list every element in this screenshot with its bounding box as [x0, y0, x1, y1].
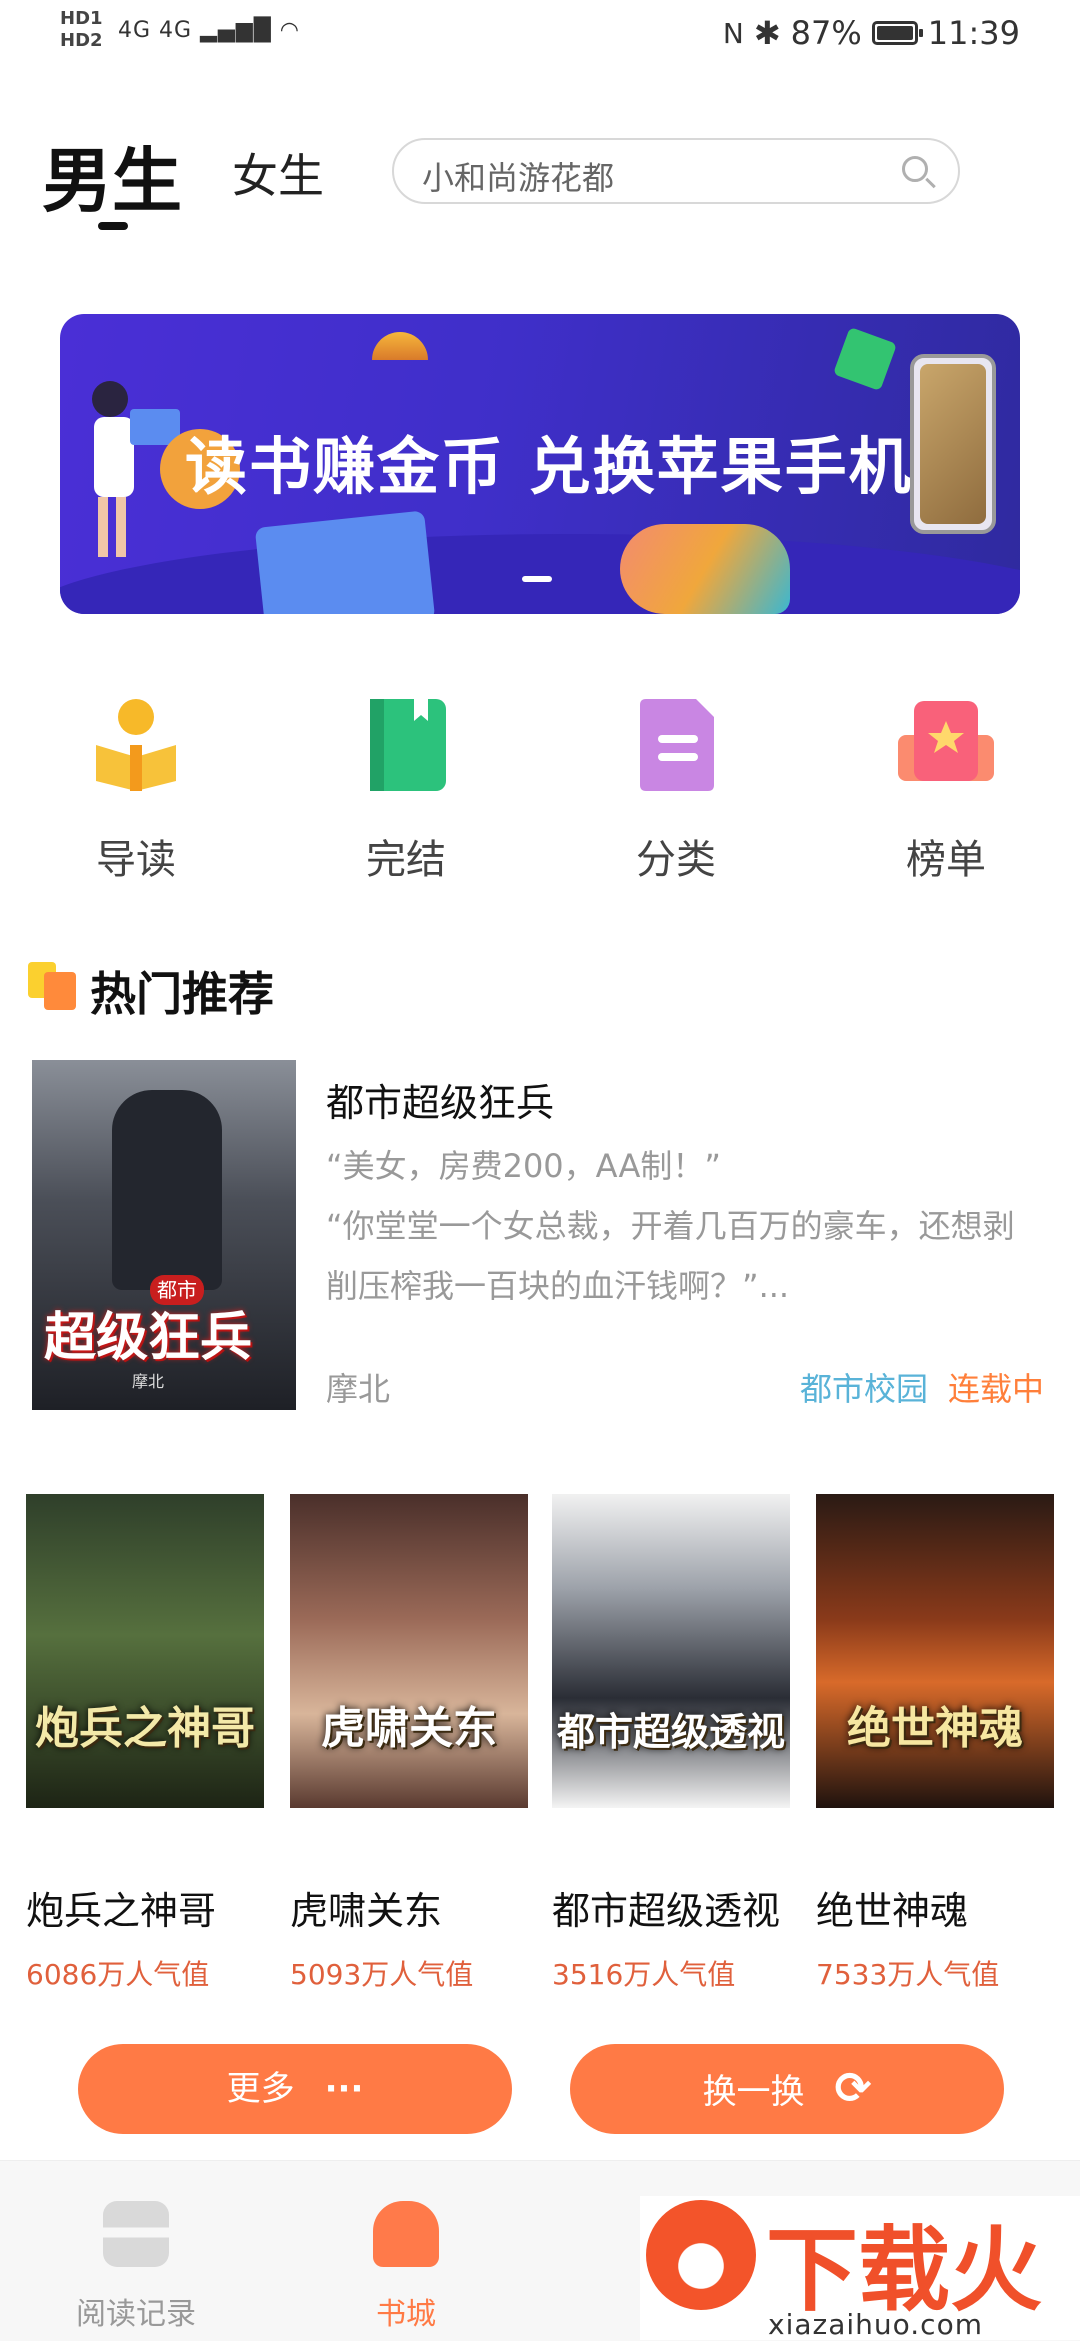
featured-book-title[interactable]: 都市超级狂兵 — [326, 1072, 554, 1127]
open-book-decoration — [254, 510, 436, 614]
featured-book-genre[interactable]: 都市校园 — [800, 1364, 928, 1410]
book-cover[interactable]: 虎啸关东 — [290, 1494, 528, 1808]
flame-logo-icon — [646, 2200, 756, 2310]
book-cover-title: 虎啸关东 — [321, 1703, 497, 1754]
featured-book-author: 摩北 — [326, 1370, 391, 1408]
book-popularity: 5093万人气值 — [290, 1958, 474, 1991]
nav-label: 书城 — [376, 2297, 436, 2332]
search-placeholder: 小和尚游花都 — [422, 159, 615, 197]
phone-illustration — [910, 354, 996, 534]
banner-blob-decoration — [620, 524, 790, 614]
book-title[interactable]: 炮兵之神哥 — [26, 1880, 264, 1935]
banner-sun-decoration — [372, 332, 428, 360]
more-button[interactable]: 更多 ··· — [78, 2044, 512, 2134]
promo-banner[interactable]: 读书赚金币 兑换苹果手机 — [60, 314, 1020, 614]
cover-author: 摩北 — [132, 1372, 165, 1391]
ranking-star-icon — [896, 695, 996, 795]
featured-book-description: “美女，房费200，AA制！” “你堂堂一个女总裁，开着几百万的豪车，还想剥削压… — [326, 1147, 1015, 1305]
more-dots-icon: ··· — [324, 2069, 364, 2109]
category-ranking[interactable]: 榜单 — [856, 695, 1036, 885]
hd-indicator: HD1 HD2 — [60, 8, 103, 51]
carousel-indicator — [522, 576, 552, 582]
refresh-icon: ⟳ — [834, 2063, 872, 2114]
book-title[interactable]: 绝世神魂 — [816, 1880, 1054, 1935]
status-right: N ✱ 87% 11:39 — [723, 14, 1020, 52]
section-title: 热门推荐 — [90, 967, 274, 1021]
category-label: 完结 — [366, 837, 446, 883]
category-label: 榜单 — [906, 837, 986, 883]
more-button-label: 更多 — [226, 2069, 295, 2109]
nav-bookstore[interactable]: 书城 — [306, 2201, 506, 2333]
search-icon[interactable] — [902, 156, 928, 182]
section-icon-accent — [44, 972, 76, 1010]
book-popularity: 3516万人气值 — [552, 1958, 736, 1991]
category-document-icon — [626, 695, 726, 795]
category-guide[interactable]: 导读 — [46, 695, 226, 885]
category-label: 导读 — [96, 837, 176, 883]
watermark: 下载火 xiazaihuo.com — [640, 2196, 1080, 2341]
book-popularity: 6086万人气值 — [26, 1958, 210, 1991]
clock: 11:39 — [927, 14, 1020, 52]
book-cover-title: 炮兵之神哥 — [35, 1703, 255, 1754]
finished-book-icon — [356, 695, 456, 795]
reading-history-icon — [103, 2201, 169, 2267]
book-cover-title: 绝世神魂 — [847, 1703, 1023, 1754]
green-book-decoration — [832, 326, 898, 392]
book-popularity: 7533万人气值 — [816, 1958, 1000, 1991]
cover-title-art: 超级狂兵 — [44, 1307, 253, 1368]
tab-male[interactable]: 男生 — [42, 125, 182, 226]
bluetooth-icon: ✱ — [753, 14, 781, 52]
featured-book-status: 连载中 — [948, 1370, 1045, 1408]
bookstore-icon — [373, 2201, 439, 2267]
book-cover[interactable]: 都市超级透视 — [552, 1494, 790, 1808]
battery-icon — [871, 21, 923, 45]
banner-wave — [60, 534, 1020, 614]
category-finished[interactable]: 完结 — [316, 695, 496, 885]
book-title[interactable]: 虎啸关东 — [290, 1880, 528, 1935]
active-tab-indicator — [98, 222, 128, 230]
battery-percent: 87% — [790, 14, 862, 52]
category-classify[interactable]: 分类 — [586, 695, 766, 885]
book-card[interactable]: 虎啸关东 虎啸关东 5093万人气值 — [290, 1494, 528, 1993]
banner-text: 读书赚金币 兑换苹果手机 — [185, 430, 913, 503]
status-bar: HD1 HD2 4G 4G ▂▄▆█ ◠ N ✱ 87% 11:39 — [0, 0, 1080, 80]
book-card[interactable]: 绝世神魂 绝世神魂 7533万人气值 — [816, 1494, 1054, 1993]
refresh-button-label: 换一换 — [702, 2072, 805, 2112]
search-input[interactable]: 小和尚游花都 — [392, 138, 960, 204]
signal-icon: 4G 4G ▂▄▆█ ◠ — [118, 18, 300, 43]
category-label: 分类 — [636, 837, 716, 883]
watermark-domain: xiazaihuo.com — [768, 2308, 983, 2341]
book-card[interactable]: 都市超级透视 都市超级透视 3516万人气值 — [552, 1494, 790, 1993]
book-card[interactable]: 炮兵之神哥 炮兵之神哥 6086万人气值 — [26, 1494, 264, 1993]
tab-female[interactable]: 女生 — [232, 140, 324, 206]
refresh-button[interactable]: 换一换 ⟳ — [570, 2044, 1004, 2134]
cover-figure — [112, 1090, 222, 1290]
nfc-icon: N — [722, 16, 744, 50]
featured-book-cover[interactable]: 都市 超级狂兵 摩北 — [32, 1060, 296, 1410]
book-title[interactable]: 都市超级透视 — [552, 1880, 790, 1935]
book-cover[interactable]: 炮兵之神哥 — [26, 1494, 264, 1808]
book-cover[interactable]: 绝世神魂 — [816, 1494, 1054, 1808]
guide-reading-icon — [86, 695, 186, 795]
nav-reading-history[interactable]: 阅读记录 — [36, 2201, 236, 2333]
nav-label: 阅读记录 — [76, 2297, 196, 2332]
book-cover-title: 都市超级透视 — [556, 1709, 785, 1754]
